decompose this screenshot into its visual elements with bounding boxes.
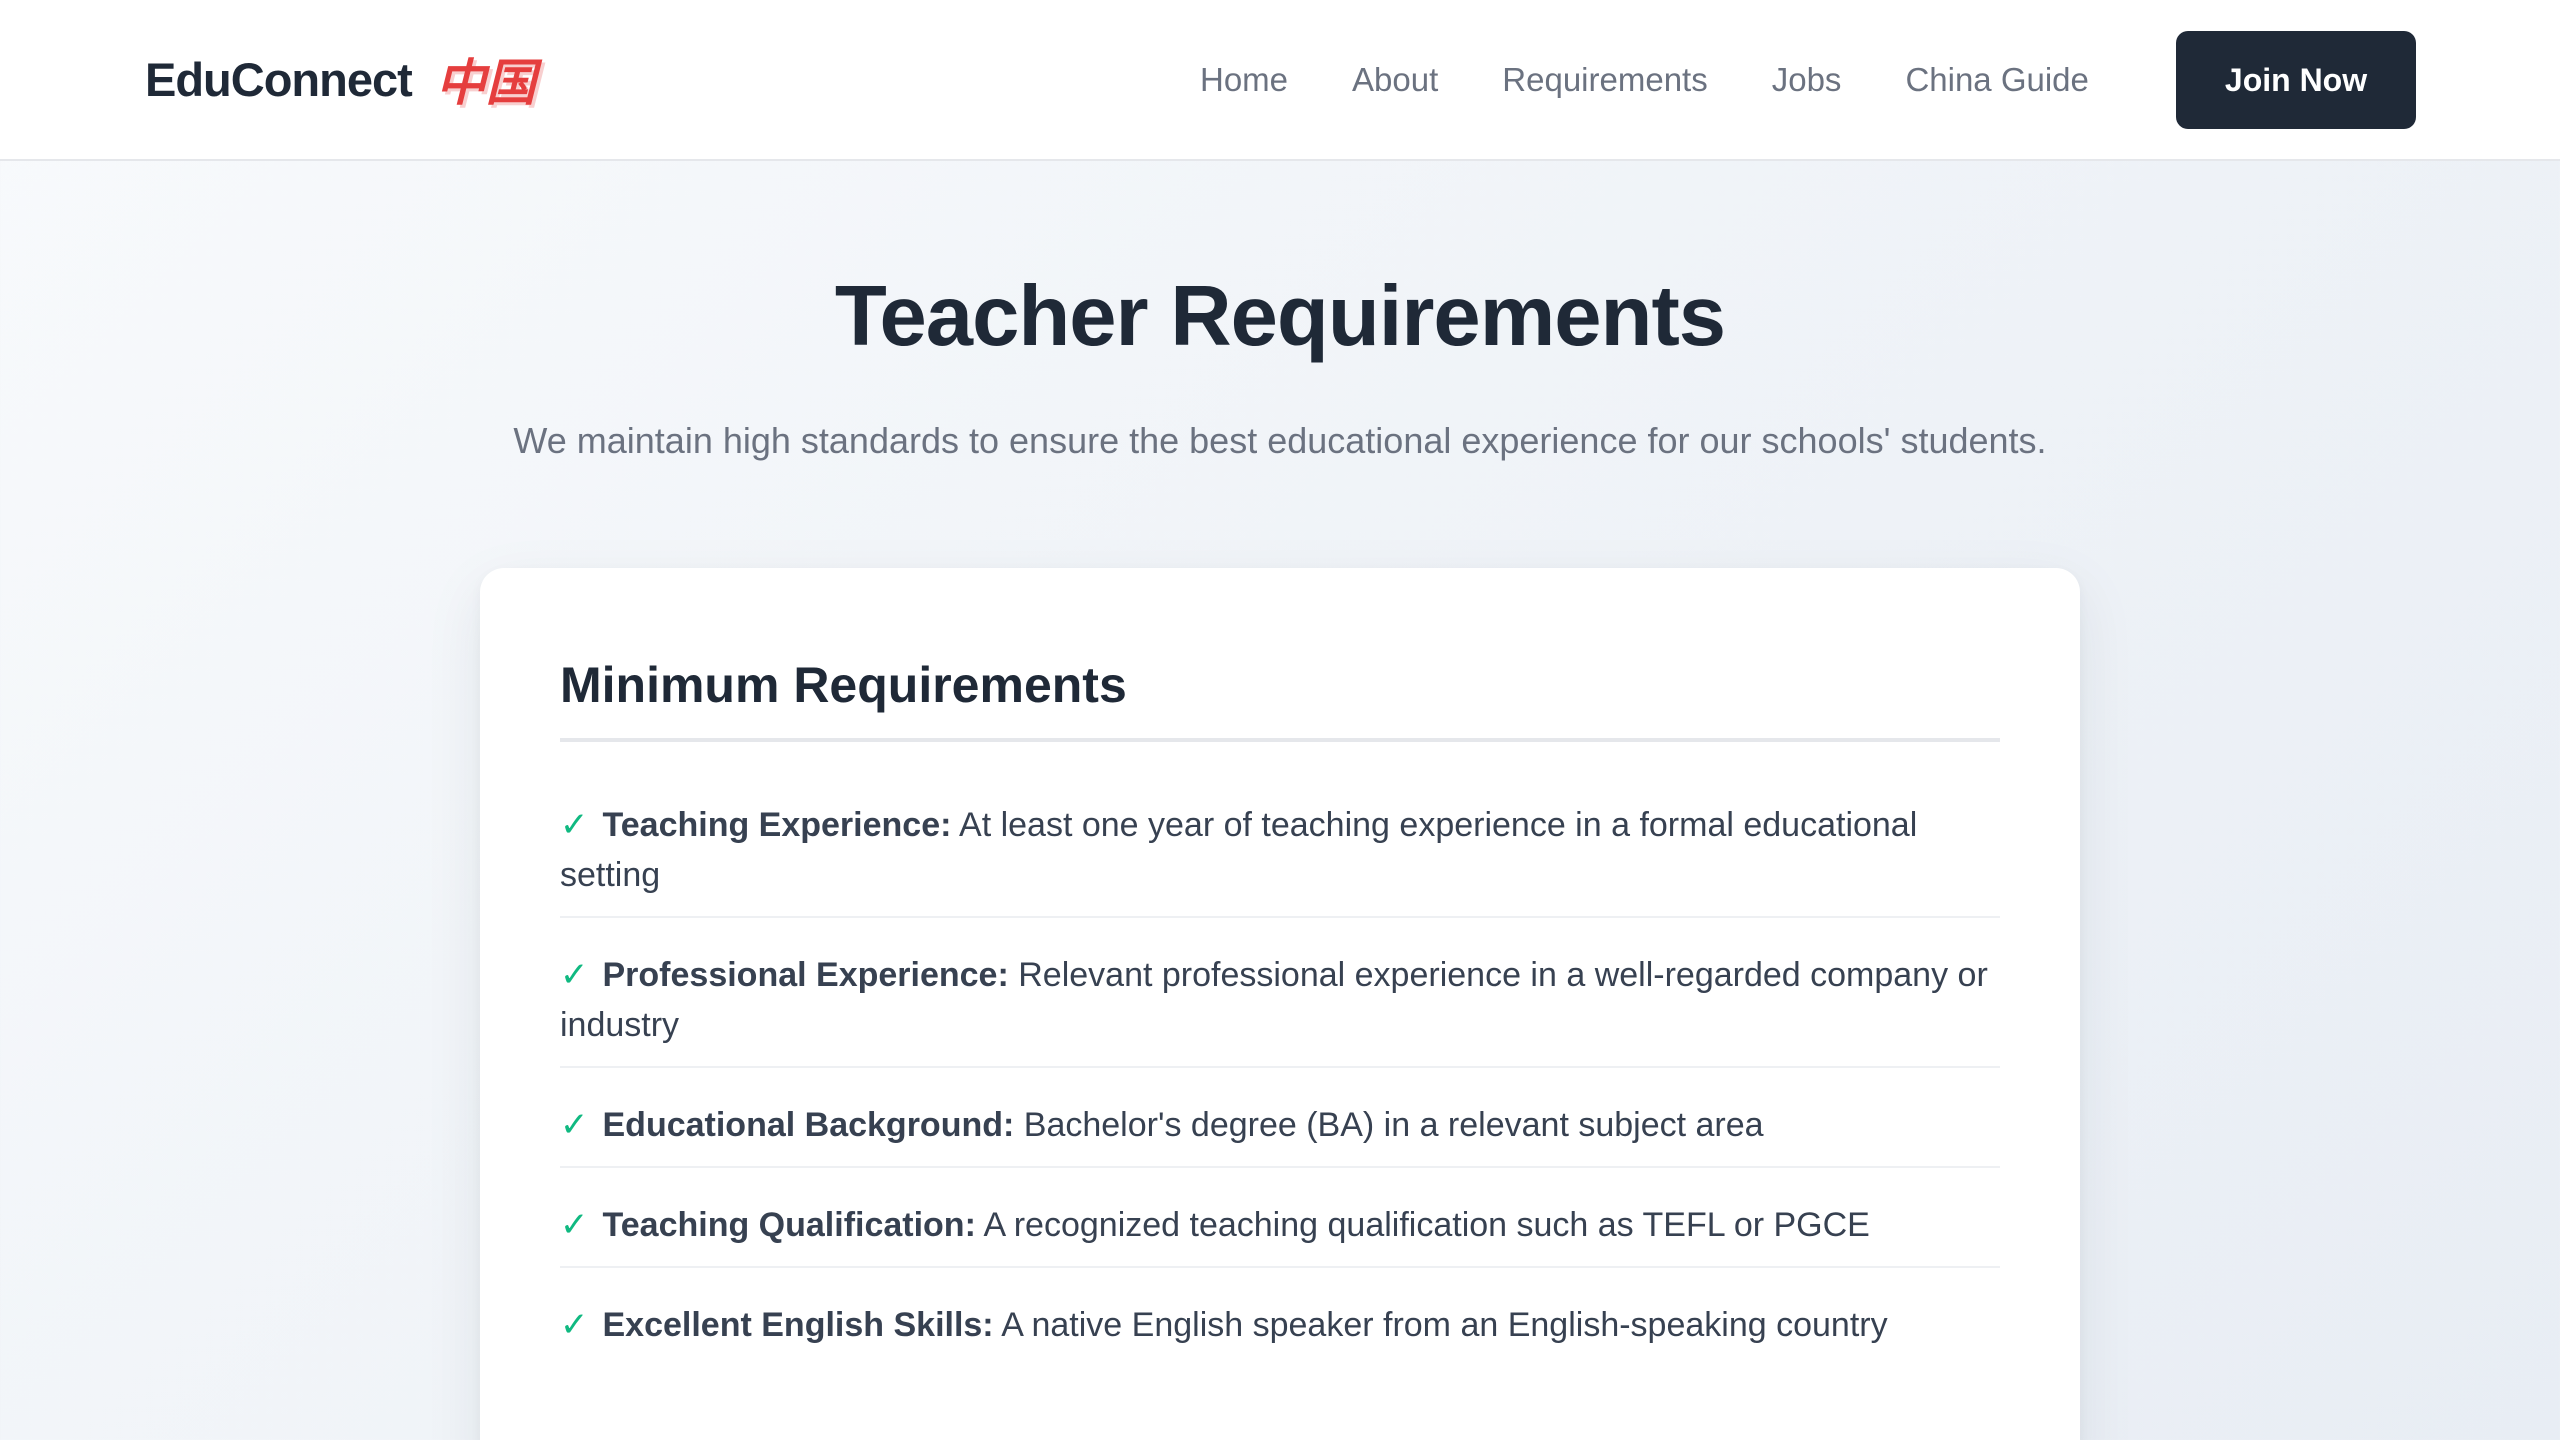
list-item: ✓ Professional Experience: Relevant profe… — [560, 950, 2000, 1068]
list-item: ✓ Educational Background: Bachelor's degr… — [560, 1100, 2000, 1168]
requirement-label: Teaching Experience: — [602, 806, 952, 844]
brand-name: EduConnect — [145, 52, 413, 106]
nav-link-about[interactable]: About — [1352, 61, 1438, 99]
nav-link-requirements[interactable]: Requirements — [1502, 61, 1707, 99]
nav-links: Home About Requirements Jobs China Guide — [1200, 50, 2089, 110]
requirement-label: Professional Experience: — [602, 956, 1009, 994]
check-icon: ✓ — [560, 1305, 589, 1345]
requirement-label: Teaching Qualification: — [602, 1206, 976, 1244]
card-divider — [560, 738, 2000, 742]
list-item: ✓ Teaching Experience: At least one year … — [560, 800, 2000, 918]
requirement-text: A recognized teaching qualification such… — [983, 1206, 1870, 1244]
nav-link-home[interactable]: Home — [1200, 61, 1288, 99]
nav-link-jobs[interactable]: Jobs — [1772, 61, 1842, 99]
brand-chinese-mark: 中国 — [435, 54, 536, 112]
requirement-text: A native English speaker from an English… — [1001, 1306, 1888, 1344]
check-icon: ✓ — [560, 955, 589, 995]
requirements-card: Minimum Requirements ✓ Teaching Experienc… — [480, 568, 2080, 1440]
page-subtitle: We maintain high standards to ensure the… — [513, 420, 2047, 461]
brand-logo[interactable]: EduConnect 中国 — [145, 46, 536, 113]
nav-link-china-guide[interactable]: China Guide — [1905, 61, 2088, 99]
requirement-label: Excellent English Skills: — [602, 1306, 994, 1344]
top-navbar: EduConnect 中国 Home About Requirements Jo… — [0, 0, 2560, 161]
check-icon: ✓ — [560, 805, 589, 845]
check-icon: ✓ — [560, 1205, 589, 1245]
requirement-label: Educational Background: — [602, 1106, 1015, 1144]
page-title: Teacher Requirements — [834, 269, 1726, 364]
requirement-text: Bachelor's degree (BA) in a relevant sub… — [1023, 1106, 1764, 1144]
list-item: ✓ Excellent English Skills: A native Engl… — [560, 1300, 2000, 1350]
list-item: ✓ Teaching Qualification: A recognized te… — [560, 1200, 2000, 1268]
card-title: Minimum Requirements — [560, 657, 1127, 713]
join-now-button[interactable]: Join Now — [2176, 31, 2416, 129]
check-icon: ✓ — [560, 1105, 589, 1145]
